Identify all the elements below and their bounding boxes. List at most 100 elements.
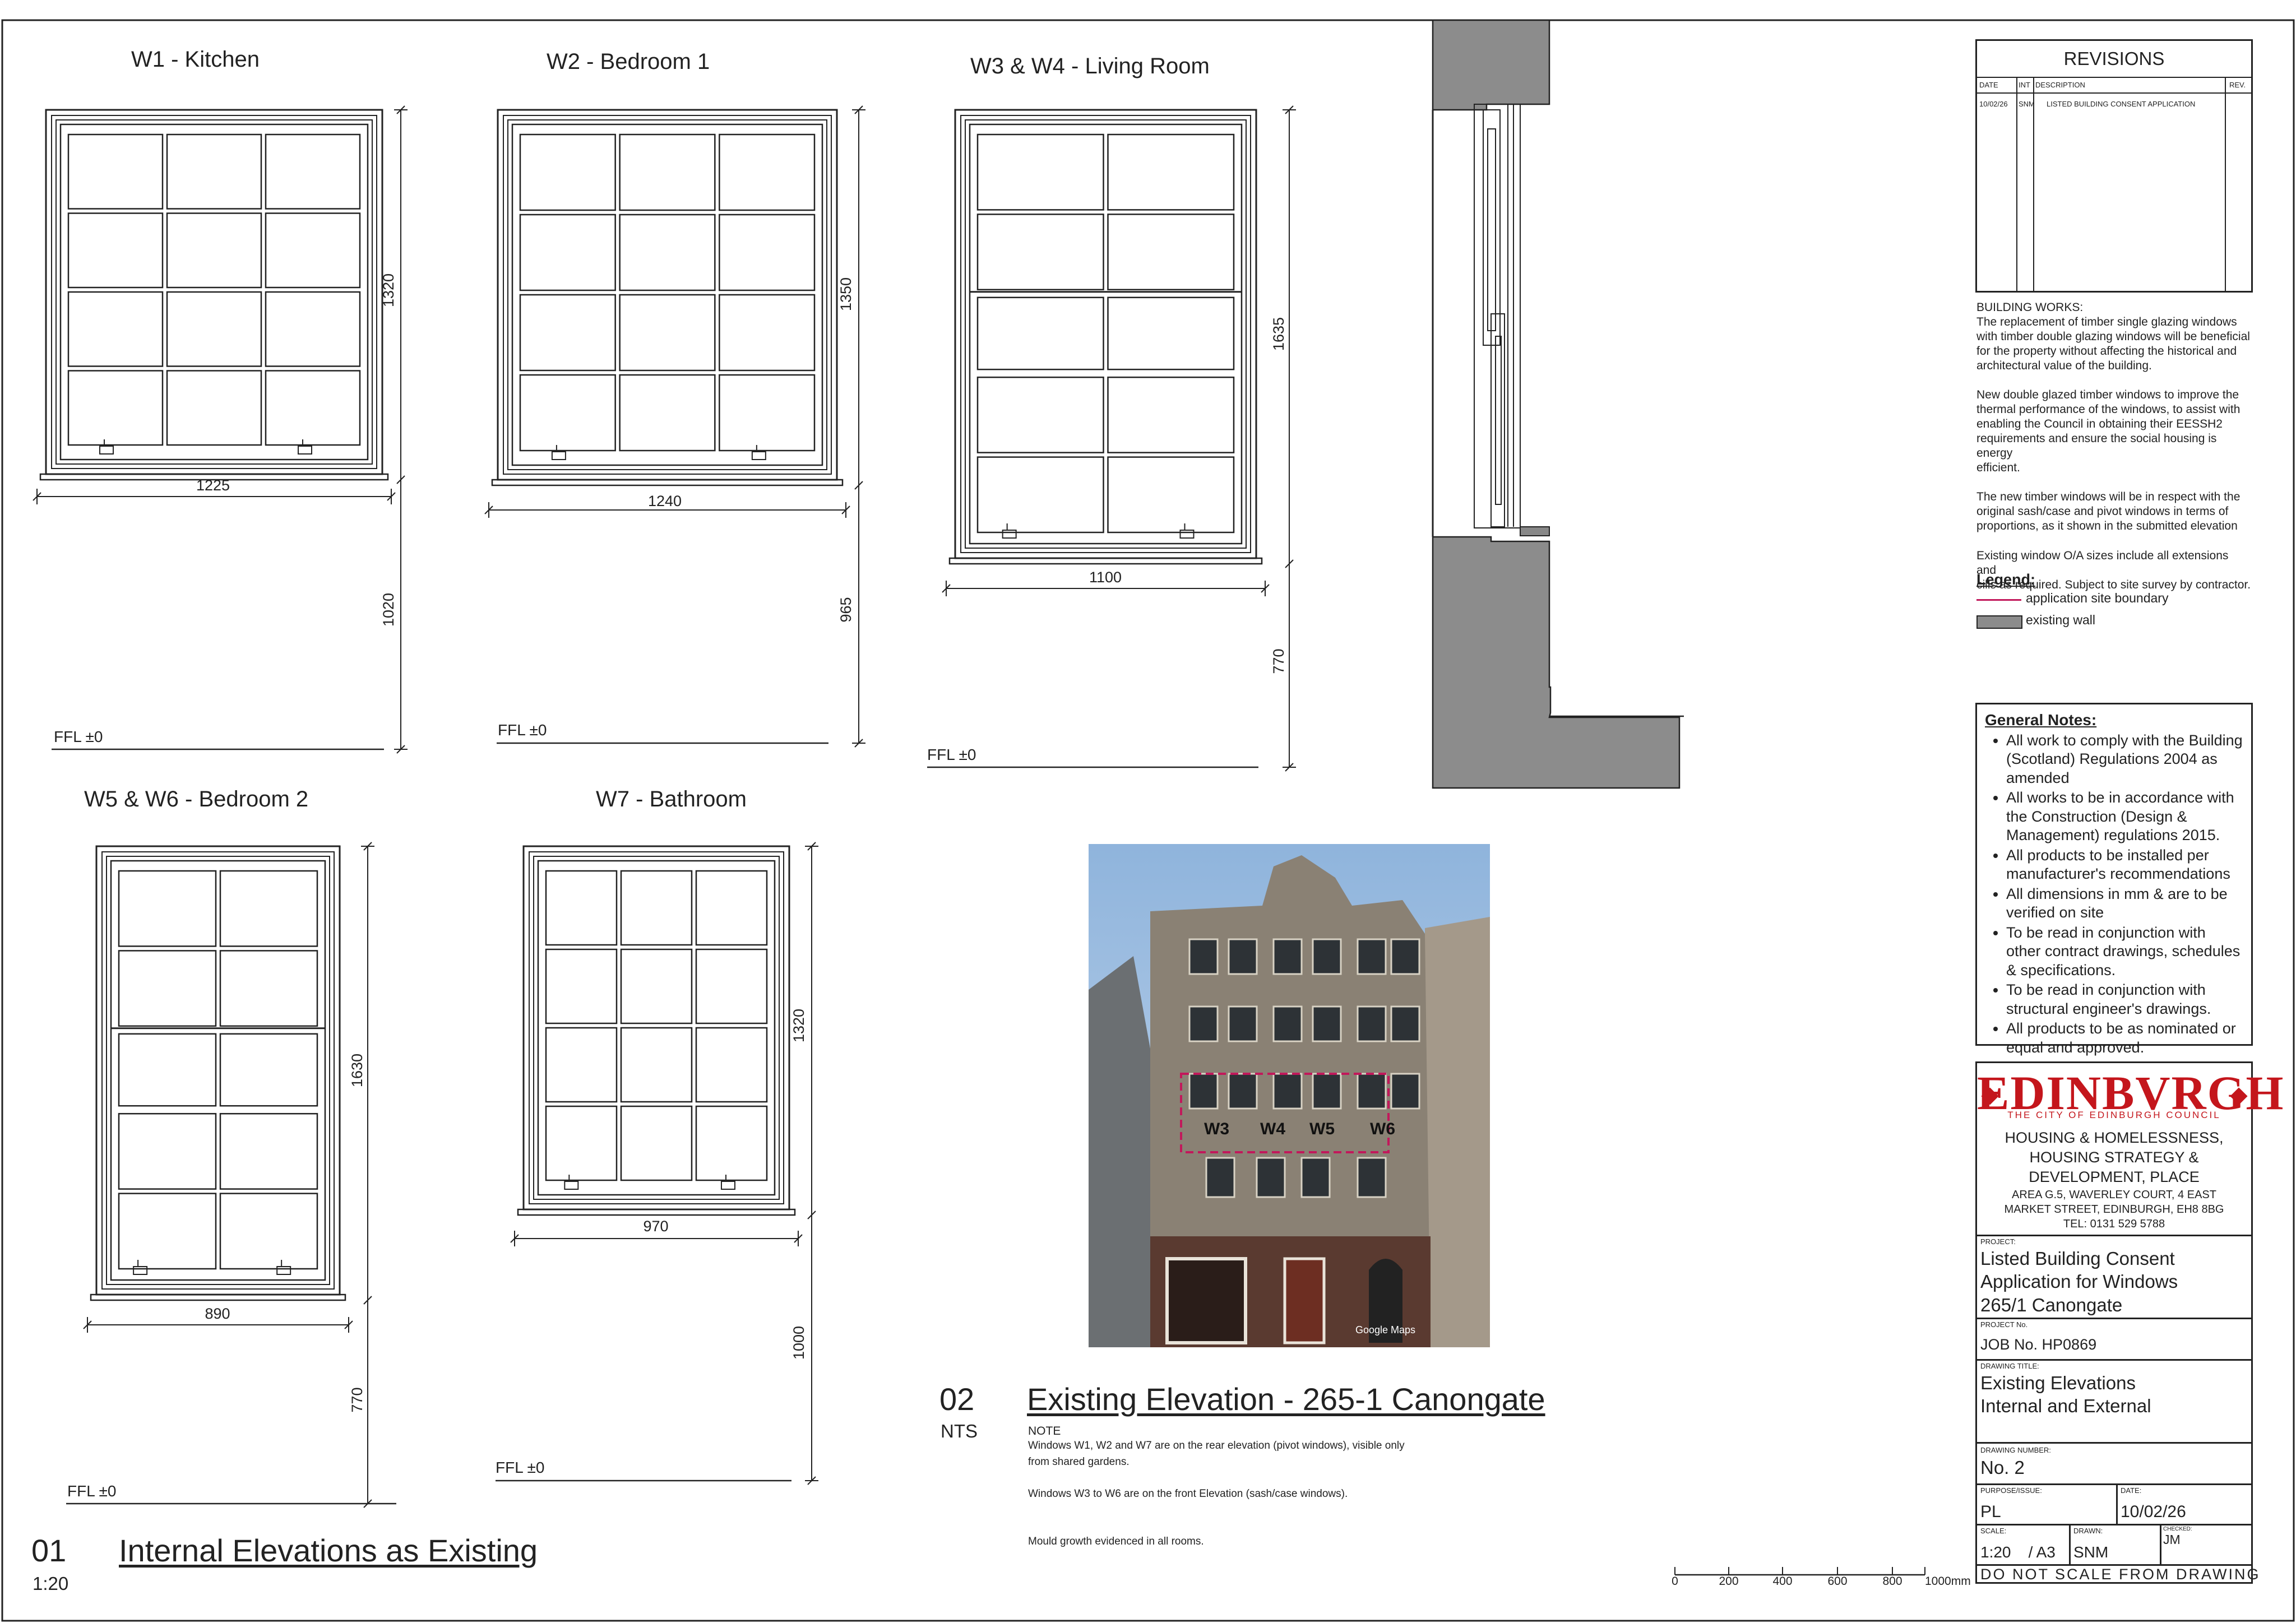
scale-bar-tick-0: 0 xyxy=(1672,1575,1678,1588)
legend-wall-swatch xyxy=(1976,615,2022,629)
photo-facade-window xyxy=(1390,1073,1420,1110)
ffl-label-w3: FFL ±0 xyxy=(927,746,976,763)
dim-sill-w1: 1020 xyxy=(380,592,397,627)
window-elevation-w1-pane xyxy=(67,212,164,289)
window-elevation-w1-pane xyxy=(166,370,262,446)
window-elevation-w3-pane xyxy=(976,376,1104,453)
window-elevation-w2-handle xyxy=(751,451,766,460)
scale-value: 1:20 / A3 xyxy=(1980,1543,2056,1561)
tb-rule-drawing-number xyxy=(1977,1442,2251,1444)
window-title-w5: W5 & W6 - Bedroom 2 xyxy=(84,787,309,812)
revisions-header-date: DATE xyxy=(1979,81,1998,89)
scale-bar-tick-600: 600 xyxy=(1827,1575,1848,1588)
window-title-w1: W1 - Kitchen xyxy=(131,47,260,72)
general-notes-title: General Notes: xyxy=(1985,711,2097,729)
window-elevation-w2-pane xyxy=(519,374,616,452)
dim-width-w7: 970 xyxy=(643,1218,669,1235)
tb-rule-scale xyxy=(1977,1524,2251,1525)
legend-boundary-swatch xyxy=(1976,599,2021,601)
window-elevation-w2-pane xyxy=(619,374,716,452)
window-elevation-w7-pane xyxy=(545,870,618,946)
section-sill-detail xyxy=(1520,526,1550,536)
drawn-value: SNM xyxy=(2073,1543,2109,1561)
window-elevation-w1-pane xyxy=(265,133,361,210)
window-elevation-w3-frame xyxy=(954,109,1257,559)
photo-facade-window xyxy=(1300,1157,1331,1198)
photo-facade-window xyxy=(1312,1005,1342,1042)
window-elevation-w1-pane xyxy=(265,370,361,446)
photo-facade-window xyxy=(1272,1073,1303,1110)
scale-bar-tick-800: 800 xyxy=(1882,1575,1902,1588)
tb-rule-drawn-split xyxy=(2160,1524,2161,1564)
photo-facade-window xyxy=(1357,1005,1387,1042)
revisions-header-rev: REV. xyxy=(2229,81,2246,89)
window-elevation-w7-pane xyxy=(620,948,693,1024)
window-elevation-w5-frame xyxy=(95,845,341,1296)
window-elevation-w5-sash xyxy=(110,860,326,1281)
window-elevation-w5-pane xyxy=(118,870,217,947)
window-elevation-w2-pane xyxy=(719,374,816,452)
window-elevation-w7-pane xyxy=(695,948,768,1024)
window-elevation-w5-casing xyxy=(101,851,335,1290)
general-note-item: All works to be in accordance with the C… xyxy=(2006,789,2243,845)
dim-width-w3: 1100 xyxy=(1089,569,1122,586)
window-elevation-w7-handle xyxy=(720,1181,735,1190)
window-elevation-w7-pane xyxy=(695,1027,768,1103)
council-logo-area: EDINBVRGH THE CITY OF EDINBURGH COUNCIL … xyxy=(1977,1063,2283,1235)
general-notes-box: General Notes: All work to comply with t… xyxy=(1975,703,2253,1056)
dim-sill-w2: 965 xyxy=(837,597,855,623)
building-works-text: BUILDING WORKS: The replacement of timbe… xyxy=(1976,301,2251,591)
window-elevation-w7-pane xyxy=(620,1027,693,1103)
legend-boundary-label: application site boundary xyxy=(2026,591,2169,605)
scale-bar-tick-400: 400 xyxy=(1772,1575,1793,1588)
photo-facade-window xyxy=(1272,1005,1303,1042)
window-elevation-w2-pane xyxy=(619,294,716,372)
section-lower-glass xyxy=(1495,336,1502,505)
window-elevation-w3-handle xyxy=(1002,530,1017,539)
window-elevation-w5-pane xyxy=(219,950,318,1027)
revisions-header-rule xyxy=(1977,77,2251,78)
window-elevation-w1-pane xyxy=(166,133,262,210)
wall-section-sill xyxy=(1432,536,1681,789)
ffl-label-w5: FFL ±0 xyxy=(67,1482,117,1500)
photo-facade-window xyxy=(1228,1073,1258,1110)
general-note-item: All dimensions in mm & are to be verifie… xyxy=(2006,885,2243,922)
tb-rule-scale-split xyxy=(2069,1524,2071,1564)
tb-rule-project-no xyxy=(1977,1318,2251,1319)
window-elevation-w3-pane xyxy=(1107,133,1235,211)
window-elevation-w5-pane xyxy=(118,1033,217,1107)
drawing-title-label: DRAWING TITLE: xyxy=(1980,1362,2039,1370)
photo-label-w4: W4 xyxy=(1260,1120,1285,1138)
window-elevation-w3-pane xyxy=(976,214,1104,291)
window-elevation-w5-pane xyxy=(219,1193,318,1270)
title-block: EDINBVRGH THE CITY OF EDINBURGH COUNCIL … xyxy=(1975,1061,2283,1584)
photo-facade-window xyxy=(1312,938,1342,975)
photo-facade-window xyxy=(1312,1073,1342,1110)
window-elevation-w2-pane xyxy=(719,133,816,211)
section-02-scale: NTS xyxy=(941,1421,978,1441)
do-not-scale-footer: DO NOT SCALE FROM DRAWING xyxy=(1980,1566,2261,1583)
scale-bar-tick-1000mm: 1000mm xyxy=(1925,1575,1971,1588)
window-elevation-w2-pane xyxy=(719,294,816,372)
council-department: HOUSING & HOMELESSNESS, HOUSING STRATEGY… xyxy=(2005,1129,2224,1186)
window-elevation-w3-sash xyxy=(969,123,1243,545)
window-elevation-w3-pane xyxy=(976,456,1104,534)
window-elevation-w3-pane xyxy=(1107,456,1235,534)
window-elevation-w2-pane xyxy=(719,214,816,291)
dim-sill-w7: 1000 xyxy=(790,1325,808,1360)
window-elevation-w5-pane xyxy=(118,1193,217,1270)
revision-row-description: LISTED BUILDING CONSENT APPLICATION xyxy=(2047,100,2196,108)
council-address: AREA G.5, WAVERLEY COURT, 4 EAST MARKET … xyxy=(2004,1189,2224,1230)
section-02-note-heading: NOTE xyxy=(1028,1425,1061,1437)
section-upper-glass xyxy=(1487,128,1496,331)
revisions-header-rule-2 xyxy=(1977,92,2251,94)
date-label: DATE: xyxy=(2121,1486,2142,1495)
photo-facade-window xyxy=(1228,1005,1258,1042)
window-elevation-w2-pane xyxy=(519,294,616,372)
photo-facade-window xyxy=(1188,938,1219,975)
project-no: JOB No. HP0869 xyxy=(1980,1336,2097,1353)
window-elevation-w1-pane xyxy=(265,291,361,367)
window-elevation-w5-pane xyxy=(219,870,318,947)
window-elevation-w5-pane xyxy=(219,1112,318,1190)
revisions-col-rule-1 xyxy=(2016,77,2017,291)
